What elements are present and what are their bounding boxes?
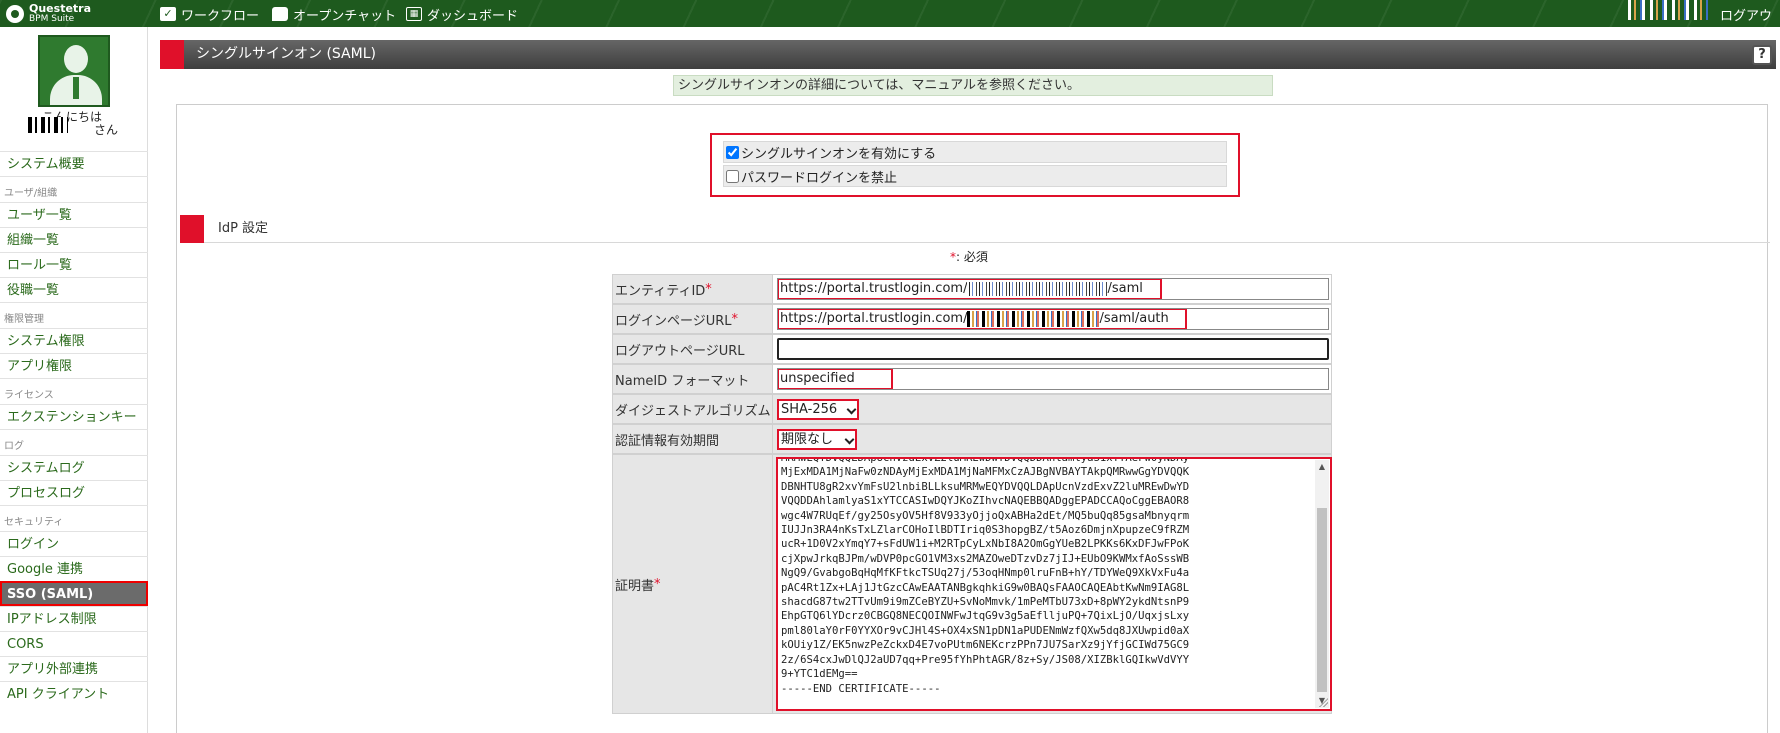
logout-url-label: ログアウトページURL [613,335,773,363]
auth-validity-label: 認証情報有効期間 [613,425,773,453]
redacted-user-strip [1628,0,1708,20]
chevron-down-icon [844,434,855,445]
idp-section-title: IdP 設定 [218,221,269,236]
nav-workflow-label: ワークフロー [181,8,260,24]
certificate-textarea[interactable]: MRMwEQYDVQQLDApUcnVzdExvZ2luMREwDwYDVQQD… [776,457,1332,711]
sidebar-item-system-permissions[interactable]: システム権限 [0,328,148,353]
sidebar-item-google[interactable]: Google 連携 [0,556,148,581]
logout-link[interactable]: ログアウト [1720,5,1780,43]
row-login-url: ログインページURL * https://portal.trustlogin.co… [612,304,1332,334]
row-auth-validity: 認証情報有効期間 期限なし [612,424,1332,454]
entity-id-label: エンティティID * [613,275,773,303]
scroll-up-icon[interactable]: ▲ [1315,460,1329,474]
sidebar-menu: システム概要 ユーザ/組織 ユーザ一覧 組織一覧 ロール一覧 役職一覧 権限管理… [0,151,148,706]
sidebar-item-user-list[interactable]: ユーザ一覧 [0,202,148,227]
sidebar-item-system-overview[interactable]: システム概要 [0,151,148,176]
dashboard-icon: ▦ [406,7,422,21]
login-url-input[interactable]: https://portal.trustlogin.com//saml/auth [777,308,1329,330]
sidebar-item-position-list[interactable]: 役職一覧 [0,277,148,302]
sidebar-item-org-list[interactable]: 組織一覧 [0,227,148,252]
avatar[interactable] [38,35,110,107]
sidebar-item-external-app[interactable]: アプリ外部連携 [0,656,148,681]
menu-group-security: セキュリティ [0,505,148,531]
resize-grip-icon[interactable] [1319,698,1328,707]
nav-workflow[interactable]: ✓ ワークフロー [160,4,259,24]
row-digest-algorithm: ダイジェストアルゴリズム SHA-256 [612,394,1332,424]
row-entity-id: エンティティID * https://portal.trustlogin.com/… [612,274,1332,304]
row-nameid-format: NameID フォーマット unspecified [612,364,1332,394]
nav-open-chat[interactable]: オープンチャット [272,4,396,24]
scrollbar-thumb[interactable] [1317,508,1327,692]
sidebar-item-sso-saml[interactable]: SSO (SAML) [0,581,148,606]
enable-sso-checkbox[interactable] [726,145,739,159]
sidebar-item-role-list[interactable]: ロール一覧 [0,252,148,277]
sidebar-item-system-log[interactable]: システムログ [0,455,148,480]
menu-group-users-orgs: ユーザ/組織 [0,176,148,202]
sidebar-item-process-log[interactable]: プロセスログ [0,480,148,505]
sidebar-item-cors[interactable]: CORS [0,631,148,656]
disable-password-label: パスワードログインを禁止 [741,170,898,186]
required-text: : 必須 [956,250,988,264]
enable-sso-label: シングルサインオンを有効にする [741,146,937,162]
auth-validity-select[interactable]: 期限なし [777,429,857,450]
disable-password-option[interactable]: パスワードログインを禁止 [723,165,1227,187]
sidebar-item-ip-restriction[interactable]: IPアドレス制限 [0,606,148,631]
certificate-text: MRMwEQYDVQQLDApUcnVzdExvZ2luMREwDwYDVQQD… [781,457,1190,695]
questetra-logo-icon [6,5,24,23]
logo-line2: BPM Suite [29,14,75,24]
menu-group-logs: ログ [0,429,148,455]
sidebar-item-app-permissions[interactable]: アプリ権限 [0,353,148,378]
row-certificate: 証明書 * MRMwEQYDVQQLDApUcnVzdExvZ2luMREwDwY… [612,454,1332,714]
certificate-label: 証明書 * [613,455,773,713]
nav-open-chat-label: オープンチャット [293,8,397,24]
questetra-logo[interactable]: Questetra BPM Suite [6,3,91,25]
sidebar-item-extension-key[interactable]: エクステンションキー [0,404,148,429]
sidebar: こんにちは さん システム概要 ユーザ/組織 ユーザ一覧 組織一覧 ロール一覧 … [0,27,148,733]
notice-message: シングルサインオンの詳細については、マニュアルを参照ください。 [673,75,1273,96]
menu-group-permissions: 権限管理 [0,302,148,328]
chevron-down-icon [846,404,857,415]
disable-password-checkbox[interactable] [726,169,739,183]
checkbox-icon: ✓ [160,7,176,21]
digest-algorithm-label: ダイジェストアルゴリズム [613,395,773,423]
nameid-format-label: NameID フォーマット [613,365,773,393]
user-greeting: こんにちは さん [28,111,128,137]
nav-dashboard-label: ダッシュボード [427,8,519,24]
required-note: *: 必須 [950,248,988,265]
logo-line1: Questetra [29,2,92,15]
page-title: シングルサインオン (SAML) [196,46,376,62]
help-icon[interactable]: ? [1752,45,1772,65]
enable-sso-option[interactable]: シングルサインオンを有効にする [723,141,1227,163]
login-url-label: ログインページURL * [613,305,773,333]
nameid-format-input[interactable]: unspecified [777,368,1329,390]
sso-options-box: シングルサインオンを有効にする パスワードログインを禁止 [710,133,1240,197]
idp-section-header: IdP 設定 [180,215,1770,243]
nav-dashboard[interactable]: ▦ ダッシュボード [406,4,518,24]
page-title-bar: シングルサインオン (SAML) [160,40,1776,69]
chat-bubble-icon [272,7,288,21]
row-logout-url: ログアウトページURL [612,334,1332,364]
entity-id-input[interactable]: https://portal.trustlogin.com//saml [777,278,1329,300]
redacted-username [28,117,68,133]
top-bar: Questetra BPM Suite ✓ ワークフロー オープンチャット ▦ … [0,0,1780,43]
logout-url-input[interactable] [777,338,1329,360]
sidebar-item-api-client[interactable]: API クライアント [0,681,148,706]
certificate-scrollbar[interactable]: ▲ ▼ [1315,460,1329,708]
digest-algorithm-select[interactable]: SHA-256 [777,399,859,420]
sidebar-item-login[interactable]: ログイン [0,531,148,556]
menu-group-license: ライセンス [0,378,148,404]
